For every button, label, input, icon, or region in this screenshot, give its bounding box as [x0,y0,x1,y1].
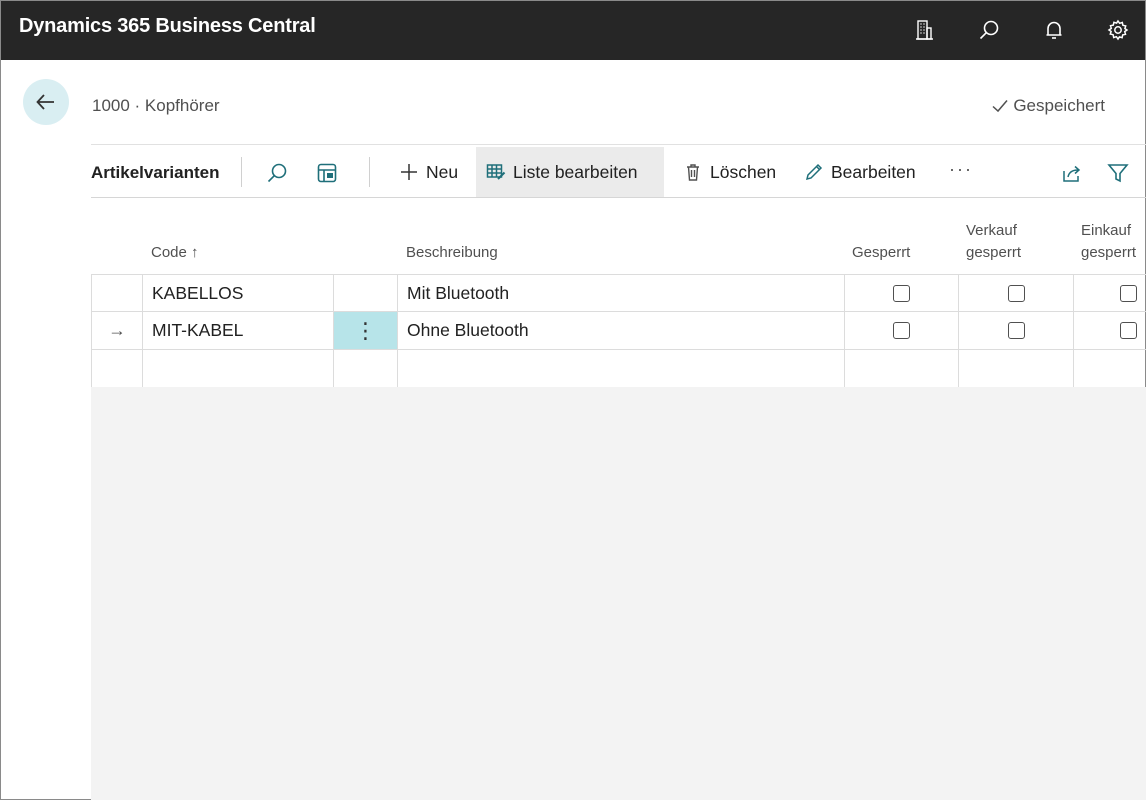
purchase-blocked-cell [1074,312,1146,350]
column-header-purchase-blocked-line1: Einkauf [1081,222,1132,239]
blocked-cell [845,312,959,350]
column-header-sales-blocked[interactable]: Verkauf gesperrt [966,220,1021,264]
blocked-cell [845,274,959,312]
table-row[interactable]: → MIT-KABEL ⋮ Ohne Bluetooth [91,312,1146,350]
edit-button[interactable]: Bearbeiten [794,147,926,197]
row-menu-cell[interactable] [334,350,398,388]
blocked-checkbox[interactable] [893,322,910,339]
row-indicator[interactable] [91,274,143,312]
edit-list-icon [486,164,506,180]
description-cell[interactable]: Ohne Bluetooth [398,312,845,350]
row-menu-cell[interactable] [334,274,398,312]
sales-blocked-checkbox[interactable] [1007,322,1025,339]
action-bar: Artikelvarianten Neu Liste bearbeiten Lö… [91,147,1146,197]
column-header-sales-blocked-line1: Verkauf [966,222,1017,239]
sales-blocked-cell [959,274,1074,312]
breadcrumb: 1000 · Kopfhörer [92,96,220,115]
column-header-purchase-blocked-line2: gesperrt [1081,244,1137,261]
purchase-blocked-checkbox[interactable] [1120,322,1137,339]
delete-button[interactable]: Löschen [673,147,786,197]
filter-icon[interactable] [1104,159,1132,187]
column-header-description[interactable]: Beschreibung [406,242,498,264]
separator [369,157,370,187]
description-cell[interactable] [398,350,845,388]
column-header-code[interactable]: Code ↑ [151,242,199,264]
search-list-icon[interactable] [263,159,291,187]
search-icon[interactable] [973,14,1005,46]
more-options-icon[interactable]: ··· [949,159,973,180]
separator [241,157,242,187]
edit-list-button-label: Liste bearbeiten [513,161,638,182]
purchase-blocked-checkbox[interactable] [1120,284,1137,302]
table-row-empty[interactable] [91,350,1146,388]
list-title: Artikelvarianten [91,163,220,182]
trash-icon [687,164,699,181]
code-cell[interactable]: KABELLOS [143,274,334,312]
blocked-cell[interactable] [845,350,959,388]
divider [91,144,1146,145]
column-header-blocked[interactable]: Gesperrt [852,242,910,264]
row-indicator-arrow[interactable]: → [91,312,143,350]
arrow-left-icon [36,94,54,110]
table-row[interactable]: KABELLOS Mit Bluetooth [91,274,1146,312]
description-cell[interactable]: Mit Bluetooth [398,274,845,312]
sales-blocked-cell [959,312,1074,350]
bell-icon[interactable] [1038,14,1070,46]
purchase-blocked-cell [1074,274,1146,312]
row-indicator[interactable] [91,350,143,388]
code-cell[interactable]: MIT-KABEL [143,312,334,350]
saved-status: Gespeichert [991,96,1105,116]
new-button[interactable]: Neu [389,147,468,197]
share-icon[interactable] [1058,159,1086,187]
layout-icon[interactable] [313,159,341,187]
empty-grid-area [91,387,1146,800]
code-cell[interactable] [143,350,334,388]
company-icon[interactable] [908,14,940,46]
plus-icon [401,164,417,180]
new-button-label: Neu [426,161,459,182]
delete-button-label: Löschen [710,161,777,182]
gear-icon[interactable] [1102,14,1134,46]
row-menu-icon[interactable]: ⋮ [355,319,377,342]
saved-status-label: Gespeichert [1013,96,1105,115]
row-menu-cell[interactable]: ⋮ [334,312,398,350]
edit-button-label: Bearbeiten [831,161,916,182]
purchase-blocked-cell[interactable] [1074,350,1146,388]
pencil-icon [805,163,823,181]
divider [91,197,1146,198]
column-header-purchase-blocked[interactable]: Einkauf gesperrt [1081,220,1136,264]
blocked-checkbox[interactable] [893,284,910,302]
back-button[interactable] [23,79,69,125]
column-header-sales-blocked-line2: gesperrt [966,244,1022,261]
sales-blocked-checkbox[interactable] [1007,284,1025,302]
edit-list-button[interactable]: Liste bearbeiten [476,147,664,197]
sales-blocked-cell[interactable] [959,350,1074,388]
check-icon [992,100,1008,113]
app-title[interactable]: Dynamics 365 Business Central [19,15,316,38]
top-bar: Dynamics 365 Business Central [1,1,1145,60]
